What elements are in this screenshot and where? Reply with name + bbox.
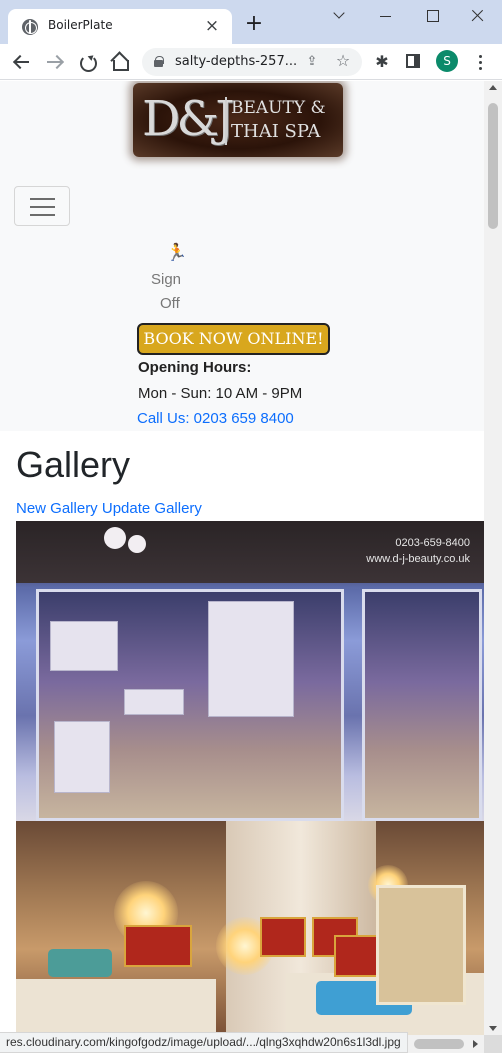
gallery-photo-shopfront[interactable]: 0203-659-8400 www.d-j-beauty.co.uk: [16, 521, 484, 821]
status-url-bubble: res.cloudinary.com/kingofgodz/image/uplo…: [0, 1032, 408, 1053]
share-icon[interactable]: ⇪: [304, 54, 320, 70]
call-us-link[interactable]: Call Us: 0203 659 8400: [137, 410, 294, 427]
tab-close-icon[interactable]: ×: [202, 16, 222, 36]
tab-title: BoilerPlate: [48, 18, 113, 32]
forward-button[interactable]: [42, 49, 68, 75]
bookmark-star-icon[interactable]: ☆: [334, 52, 352, 70]
running-person-icon[interactable]: 🏃: [166, 243, 187, 263]
shop-door: [362, 589, 482, 821]
scrollbar-thumb[interactable]: [488, 103, 498, 229]
kebab-menu-icon[interactable]: [470, 52, 490, 72]
browser-tab[interactable]: BoilerPlate ×: [8, 9, 232, 44]
scrollbar-corner: [484, 1035, 502, 1053]
logo-divider: [225, 97, 227, 145]
scroll-right-arrow-icon[interactable]: [473, 1040, 478, 1048]
browser-toolbar: salty-depths-257... ⇪ ☆ ✱ S: [0, 44, 502, 80]
new-tab-button[interactable]: +: [243, 13, 265, 35]
offer-poster: [208, 601, 294, 717]
side-panel-icon[interactable]: [406, 54, 420, 68]
address-bar[interactable]: salty-depths-257... ⇪ ☆: [142, 48, 362, 76]
sign-off-line-1: Sign: [151, 271, 182, 288]
navbar-toggler-button[interactable]: [14, 186, 70, 226]
back-button[interactable]: [9, 49, 35, 75]
sign-off-line-2: Off: [160, 295, 180, 312]
massage-bed: [16, 979, 216, 1035]
home-button[interactable]: [106, 49, 132, 75]
url-text[interactable]: salty-depths-257...: [175, 54, 297, 69]
vertical-scrollbar[interactable]: [484, 81, 502, 1035]
extensions-puzzle-icon[interactable]: ✱: [372, 52, 392, 72]
minimize-button[interactable]: [375, 8, 397, 24]
wall-cabinet: [376, 885, 466, 1005]
site-header: D&J BEAUTY & THAI SPA 🏃 Sign Off BOOK NO…: [0, 81, 484, 431]
opening-hours-title: Opening Hours:: [138, 359, 252, 376]
thai-cushion: [260, 917, 306, 957]
orchid-decoration: [128, 535, 146, 553]
tab-search-chevron-icon[interactable]: [329, 8, 351, 24]
folded-towel: [48, 949, 112, 977]
scroll-up-arrow-icon[interactable]: [489, 85, 497, 90]
book-now-button[interactable]: BOOK NOW ONLINE!: [137, 323, 330, 355]
logo-line-1: BEAUTY &: [231, 98, 326, 118]
shopfront-phone: 0203-659-8400: [395, 537, 470, 549]
treatment-poster: [54, 721, 110, 793]
profile-avatar[interactable]: S: [436, 50, 458, 72]
opening-hours-text: Mon - Sun: 10 AM - 9PM: [138, 385, 303, 402]
site-logo[interactable]: D&J BEAUTY & THAI SPA: [133, 83, 343, 157]
scroll-down-arrow-icon[interactable]: [489, 1026, 497, 1031]
new-gallery-link[interactable]: New Gallery: [16, 500, 98, 517]
sign-off-link[interactable]: Sign Off: [151, 268, 191, 316]
gallery-links: New Gallery Update Gallery: [16, 500, 202, 517]
shopfront-website: www.d-j-beauty.co.uk: [366, 553, 470, 565]
page-title: Gallery: [16, 444, 131, 485]
hamburger-bar: [30, 214, 55, 216]
hamburger-bar: [30, 198, 55, 200]
logo-monogram: D&J: [142, 91, 234, 147]
close-window-button[interactable]: [467, 8, 489, 24]
logo-line-2: THAI SPA: [231, 121, 321, 142]
reload-button[interactable]: [74, 49, 100, 75]
gallery-photo-treatment-room[interactable]: [16, 821, 484, 1035]
price-poster: [50, 621, 118, 671]
hamburger-bar: [30, 206, 55, 208]
page-viewport: D&J BEAUTY & THAI SPA 🏃 Sign Off BOOK NO…: [0, 81, 484, 1035]
lock-icon[interactable]: [154, 56, 164, 67]
orchid-decoration: [104, 527, 126, 549]
info-card: [124, 689, 184, 715]
browser-tabstrip: BoilerPlate × +: [0, 0, 502, 44]
scrollbar-thumb[interactable]: [414, 1039, 464, 1049]
update-gallery-link[interactable]: Update Gallery: [102, 500, 202, 517]
maximize-button[interactable]: [421, 8, 443, 24]
globe-icon: [22, 19, 38, 35]
thai-cushion: [124, 925, 192, 967]
shopfront-text: 0203-659-8400 www.d-j-beauty.co.uk: [366, 535, 470, 567]
